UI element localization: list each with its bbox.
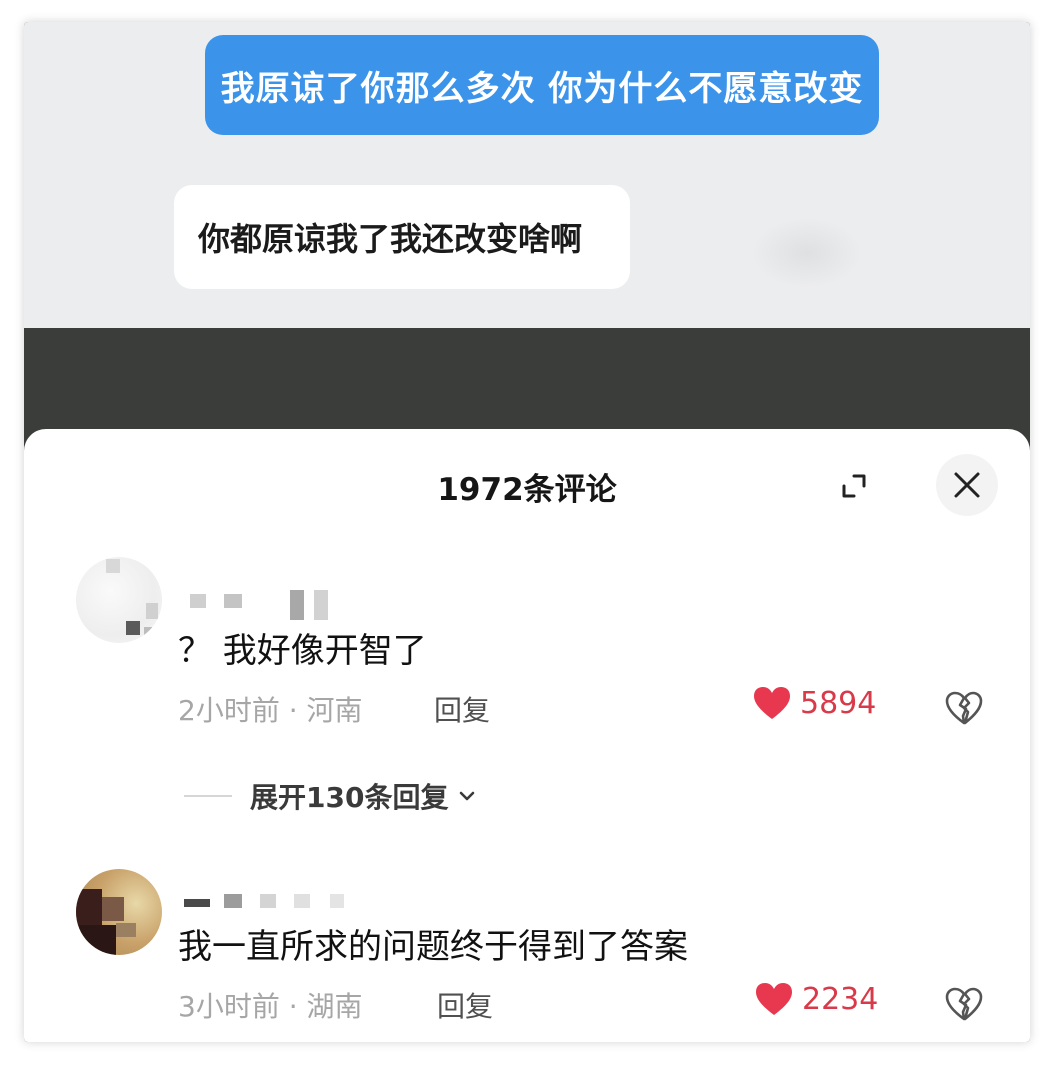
like-count: 2234: [802, 981, 879, 1017]
avatar[interactable]: [76, 557, 162, 643]
reply-button[interactable]: 回复: [437, 985, 493, 1025]
their-message-bubble[interactable]: 你都原谅我了我还改变啥啊: [174, 185, 630, 289]
close-button[interactable]: [936, 454, 998, 516]
expand-replies-label: 展开130条回复: [250, 781, 449, 814]
heart-filled-icon: [754, 687, 790, 719]
expand-button[interactable]: [832, 464, 878, 510]
chat-area: 我原谅了你那么多次 你为什么不愿意改变 你都原谅我了我还改变啥啊: [24, 22, 1030, 328]
heart-filled-icon: [756, 983, 792, 1015]
blurred-region: [752, 218, 862, 288]
close-icon: [954, 472, 980, 498]
comment-meta: 2小时前 · 河南: [178, 694, 363, 727]
expand-icon: [842, 474, 866, 498]
chevron-down-icon: [460, 791, 475, 801]
broken-heart-icon: [945, 691, 983, 725]
expand-replies-button[interactable]: 展开130条回复: [184, 776, 478, 816]
reply-indent-line: [184, 795, 232, 797]
like-button[interactable]: 5894: [752, 685, 876, 721]
my-message-text: 我原谅了你那么多次 你为什么不愿意改变: [220, 68, 864, 109]
dislike-button[interactable]: [942, 686, 986, 730]
comment-text: 我一直所求的问题终于得到了答案: [178, 927, 688, 967]
my-message-bubble[interactable]: 我原谅了你那么多次 你为什么不愿意改变: [205, 35, 879, 135]
comments-title: 1972条评论: [437, 472, 617, 508]
reply-button[interactable]: 回复: [434, 689, 490, 729]
like-button[interactable]: 2234: [754, 981, 878, 1017]
like-count: 5894: [800, 685, 877, 721]
comments-sheet: 1972条评论 ？ 我好像开智了 2小时前 · 河南 回复 5894 展开130…: [24, 429, 1030, 1042]
avatar[interactable]: [76, 869, 162, 955]
dislike-button[interactable]: [942, 982, 986, 1026]
comment-meta: 3小时前 · 湖南: [178, 990, 363, 1023]
comment-text: ？ 我好像开智了: [178, 631, 427, 671]
their-message-text: 你都原谅我了我还改变啥啊: [198, 220, 583, 258]
broken-heart-icon: [945, 987, 983, 1021]
screenshot-frame: 我原谅了你那么多次 你为什么不愿意改变 你都原谅我了我还改变啥啊 1972条评论: [24, 22, 1030, 1042]
